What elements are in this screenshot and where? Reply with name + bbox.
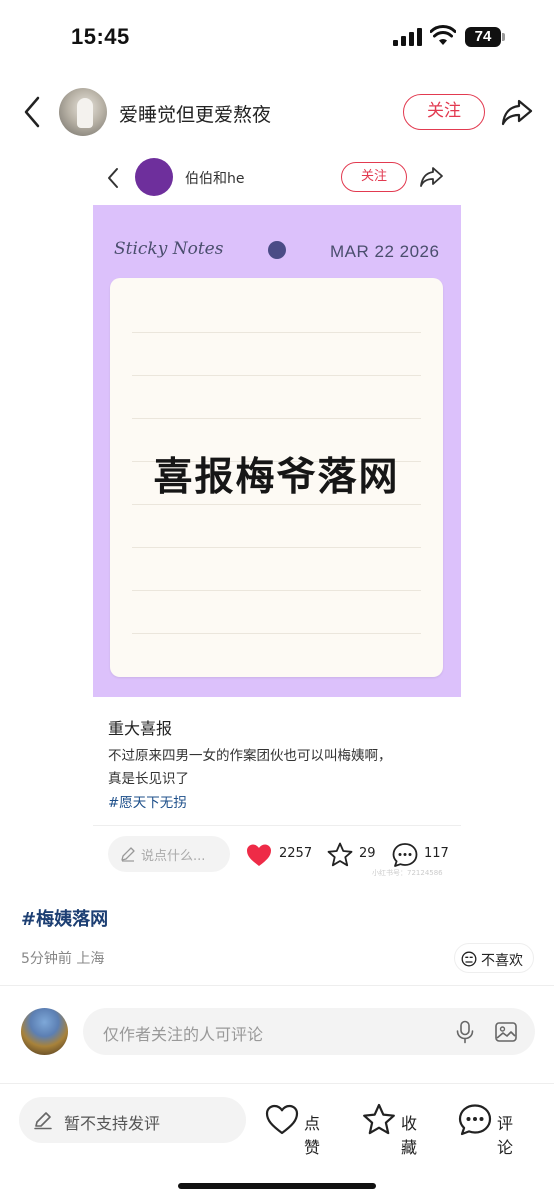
battery-icon: 74 [465,27,505,47]
share-icon[interactable] [500,96,534,128]
topic-hashtag[interactable]: #梅姨落网 [21,905,108,931]
post-header: 爱睡觉但更爱熬夜 关注 [0,80,554,144]
embedded-post-header: 伯伯和he 关注 [93,150,461,205]
home-indicator[interactable] [178,1183,376,1189]
embedded-follow-button: 关注 [341,162,407,192]
image-icon[interactable] [494,1020,518,1044]
star-icon [327,842,353,867]
embedded-post-body-line: 真是长见识了 [108,771,189,787]
note-brand: Sticky Notes [114,239,224,259]
battery-level: 74 [474,28,492,45]
divider [0,985,554,986]
current-user-avatar [21,1008,68,1055]
embedded-post-title: 重大喜报 [108,719,173,738]
note-rule [132,418,421,419]
embedded-share-icon [420,167,443,187]
embedded-author-avatar [135,158,173,196]
author-name[interactable]: 爱睡觉但更爱熬夜 [119,100,271,127]
cellular-signal-icon [393,28,422,46]
status-time: 15:45 [71,24,130,49]
note-text: 喜报梅爷落网 [153,454,400,500]
like-label: 点赞 [304,1114,321,1157]
embedded-post-body: 不过原来四男一女的作案团伙也可以叫梅姨啊， 真是长见识了 [108,745,453,791]
author-avatar[interactable] [59,88,107,136]
back-icon[interactable] [18,94,46,130]
embedded-back-icon [108,168,118,188]
comment-bubble-icon [392,843,418,867]
embedded-post-body-line: 不过原来四男一女的作案团伙也可以叫梅姨啊， [108,748,392,764]
divider [0,1083,554,1084]
note-paper: 喜报梅爷落网 [110,278,443,677]
bottom-comment-label: 暂不支持发评 [64,1114,161,1133]
note-rule [132,504,421,505]
microphone-icon[interactable] [455,1020,475,1044]
note-rule [132,590,421,591]
pin-icon [268,241,286,259]
favorite-label: 收藏 [401,1114,418,1157]
note-rule [132,332,421,333]
bottom-comment-button[interactable]: 暂不支持发评 [19,1097,246,1143]
star-icon [363,1103,395,1135]
note-date: MAR 22 2026 [330,242,440,261]
post-time-location: 5分钟前 上海 [21,951,105,967]
heart-icon [265,1104,299,1135]
embedded-comment-box: 说点什么... [108,836,230,872]
embedded-like-count: 2257 [279,846,313,861]
pencil-icon [121,847,135,862]
dislike-label: 不喜欢 [481,953,523,969]
comment-input[interactable]: 仅作者关注的人可评论 [83,1008,535,1055]
follow-button[interactable]: 关注 [403,94,485,130]
note-rule [132,375,421,376]
heart-filled-icon [247,844,271,866]
embedded-favorite-count: 29 [359,846,376,861]
watermark: 小红书号：72124586 [372,869,443,877]
embedded-comment-count: 117 [424,846,449,861]
wifi-icon [430,25,456,45]
sticky-note-image[interactable]: Sticky Notes MAR 22 2026 喜报梅爷落网 [93,205,461,697]
comment-input-placeholder: 仅作者关注的人可评论 [103,1025,264,1044]
embedded-hashtag: #愿天下无拐 [108,795,187,811]
note-rule [132,547,421,548]
divider [93,825,461,826]
embedded-comment-placeholder: 说点什么... [141,849,206,864]
comment-label: 评论 [497,1114,514,1157]
frown-face-icon [461,951,477,967]
note-rule [132,633,421,634]
comment-bubble-icon [458,1104,492,1136]
status-bar: 15:45 74 [0,0,554,76]
embedded-author-name: 伯伯和he [185,171,245,187]
pencil-icon [34,1112,52,1130]
dislike-button[interactable]: 不喜欢 [454,943,534,973]
